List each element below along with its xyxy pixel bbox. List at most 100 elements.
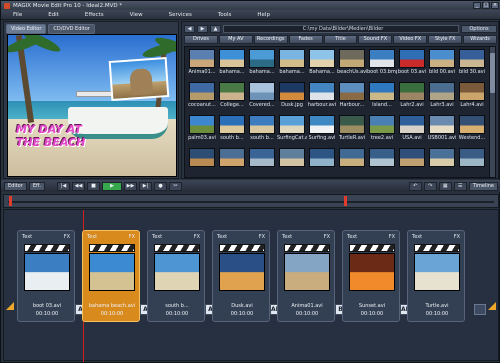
clip-text-button[interactable]: Text: [22, 234, 32, 240]
tab-drives[interactable]: Drives: [184, 35, 218, 44]
path-field[interactable]: C:\my Data\Bilder\Medien\Bilder: [223, 25, 459, 33]
media-item[interactable]: SurfingCat.avi: [277, 115, 307, 148]
tab-style-fx[interactable]: Style FX: [428, 35, 463, 44]
undo-icon[interactable]: ↶: [408, 181, 422, 191]
options-button[interactable]: Options: [461, 25, 497, 33]
media-item[interactable]: boot 03.avi: [397, 49, 427, 82]
menu-view[interactable]: View: [130, 12, 143, 18]
media-item[interactable]: Lahr4.avi: [457, 82, 487, 115]
clip-fx-button[interactable]: FX: [129, 234, 135, 240]
forward-button[interactable]: ▶: [197, 25, 208, 33]
storyboard-clip[interactable]: Text FX bahama beach.avi 00:10:00: [82, 230, 140, 322]
media-item[interactable]: [277, 148, 307, 181]
media-item[interactable]: Westend...: [457, 115, 487, 148]
scroll-right-button[interactable]: [474, 304, 486, 315]
up-folder-button[interactable]: ▲: [210, 25, 221, 33]
media-item[interactable]: USA.avi: [397, 115, 427, 148]
clip-text-button[interactable]: Text: [152, 234, 162, 240]
media-item[interactable]: [247, 148, 277, 181]
tab-my-av[interactable]: My AV: [218, 35, 253, 44]
media-item[interactable]: bahama...: [247, 49, 277, 82]
tab-wizards[interactable]: Wizards: [463, 35, 498, 44]
tab-fades[interactable]: Fades: [288, 35, 323, 44]
media-item[interactable]: beachUs.avi: [337, 49, 367, 82]
editor-dropdown[interactable]: Editor: [4, 181, 27, 191]
redo-icon[interactable]: ↷: [423, 181, 437, 191]
maximize-button[interactable]: □: [482, 2, 490, 9]
tab-video-fx[interactable]: Video FX: [393, 35, 428, 44]
media-item[interactable]: TurtleR.avi: [337, 115, 367, 148]
media-item[interactable]: bahama...: [217, 49, 247, 82]
media-item[interactable]: [457, 148, 487, 181]
clip-fx-button[interactable]: FX: [389, 234, 395, 240]
go-start-button[interactable]: |◀: [57, 181, 71, 191]
clip-fx-button[interactable]: FX: [324, 234, 330, 240]
effects-dropdown[interactable]: Eff.: [28, 181, 46, 191]
end-marker[interactable]: [344, 196, 347, 206]
media-item[interactable]: [187, 148, 217, 181]
storyboard-clip[interactable]: Text FX Anima01.avi 00:10:00: [277, 230, 335, 322]
cut-button[interactable]: ✂: [169, 181, 183, 191]
close-button[interactable]: ×: [491, 2, 499, 9]
stop-button[interactable]: ■: [87, 181, 101, 191]
media-item[interactable]: bild 30.avi: [457, 49, 487, 82]
storyboard-view-icon[interactable]: ▦: [438, 181, 452, 191]
media-item[interactable]: Lahr2.avi: [397, 82, 427, 115]
play-button[interactable]: ▶: [102, 181, 123, 191]
media-item[interactable]: Harbour...: [337, 82, 367, 115]
tab-sound-fx[interactable]: Sound FX: [358, 35, 393, 44]
clip-text-button[interactable]: Text: [282, 234, 292, 240]
tab-cd-dvd-editor[interactable]: CD/DVD Editor: [48, 24, 95, 34]
media-item[interactable]: Surfing.avi: [307, 115, 337, 148]
tab-recordings[interactable]: Recordings: [253, 35, 288, 44]
media-item[interactable]: Bahama...: [307, 49, 337, 82]
clip-fx-button[interactable]: FX: [64, 234, 70, 240]
tab-title[interactable]: Title: [323, 35, 358, 44]
storyboard-clip[interactable]: Text FX Sunset.avi 00:10:00: [342, 230, 400, 322]
start-marker[interactable]: [9, 196, 12, 206]
clip-text-button[interactable]: Text: [412, 234, 422, 240]
media-item[interactable]: USB001.avi: [427, 115, 457, 148]
clip-fx-button[interactable]: FX: [454, 234, 460, 240]
media-item[interactable]: [337, 148, 367, 181]
timeline-view-icon[interactable]: ☰: [453, 181, 467, 191]
media-item[interactable]: palm03.avi: [187, 115, 217, 148]
media-item[interactable]: bild 00.avi: [427, 49, 457, 82]
clip-fx-button[interactable]: FX: [259, 234, 265, 240]
menu-services[interactable]: Services: [169, 12, 192, 18]
timeline-button[interactable]: Timeline: [468, 181, 498, 191]
media-item[interactable]: boot 03.bmp: [367, 49, 397, 82]
scroll-right-icon[interactable]: [488, 302, 496, 310]
menu-tools[interactable]: Tools: [218, 12, 232, 18]
clip-text-button[interactable]: Text: [217, 234, 227, 240]
media-item[interactable]: harbour.avi: [307, 82, 337, 115]
media-item[interactable]: Covered...: [247, 82, 277, 115]
clip-text-button[interactable]: Text: [347, 234, 357, 240]
menu-file[interactable]: File: [13, 12, 22, 18]
menu-edit[interactable]: Edit: [48, 12, 59, 18]
media-item[interactable]: cocoanut...: [187, 82, 217, 115]
media-item[interactable]: tree2.avi: [367, 115, 397, 148]
storyboard-clip[interactable]: Text FX boot 03.avi 00:10:00: [17, 230, 75, 322]
media-item[interactable]: south b...: [217, 115, 247, 148]
menu-effects[interactable]: Effects: [85, 12, 104, 18]
media-item[interactable]: Anima01...: [187, 49, 217, 82]
media-item[interactable]: [397, 148, 427, 181]
media-item[interactable]: [307, 148, 337, 181]
media-item[interactable]: bahama...: [277, 49, 307, 82]
back-button[interactable]: ◀: [184, 25, 195, 33]
clip-fx-button[interactable]: FX: [194, 234, 200, 240]
media-item[interactable]: [217, 148, 247, 181]
position-ruler[interactable]: [3, 194, 499, 208]
fast-forward-button[interactable]: ▶▶: [124, 181, 138, 191]
storyboard-clip[interactable]: Text FX south b... 00:10:00: [147, 230, 205, 322]
media-item[interactable]: Island...: [367, 82, 397, 115]
media-item[interactable]: Dusk.jpg: [277, 82, 307, 115]
browser-scrollbar[interactable]: [489, 46, 496, 178]
media-item[interactable]: Lahr3.avi: [427, 82, 457, 115]
storyboard-clip[interactable]: Text FX Turtle.avi 00:10:00: [407, 230, 465, 322]
record-button[interactable]: ●: [154, 181, 168, 191]
media-item[interactable]: [367, 148, 397, 181]
video-preview[interactable]: MY DAY AT THE BEACH: [7, 34, 177, 177]
menu-help[interactable]: Help: [257, 12, 270, 18]
